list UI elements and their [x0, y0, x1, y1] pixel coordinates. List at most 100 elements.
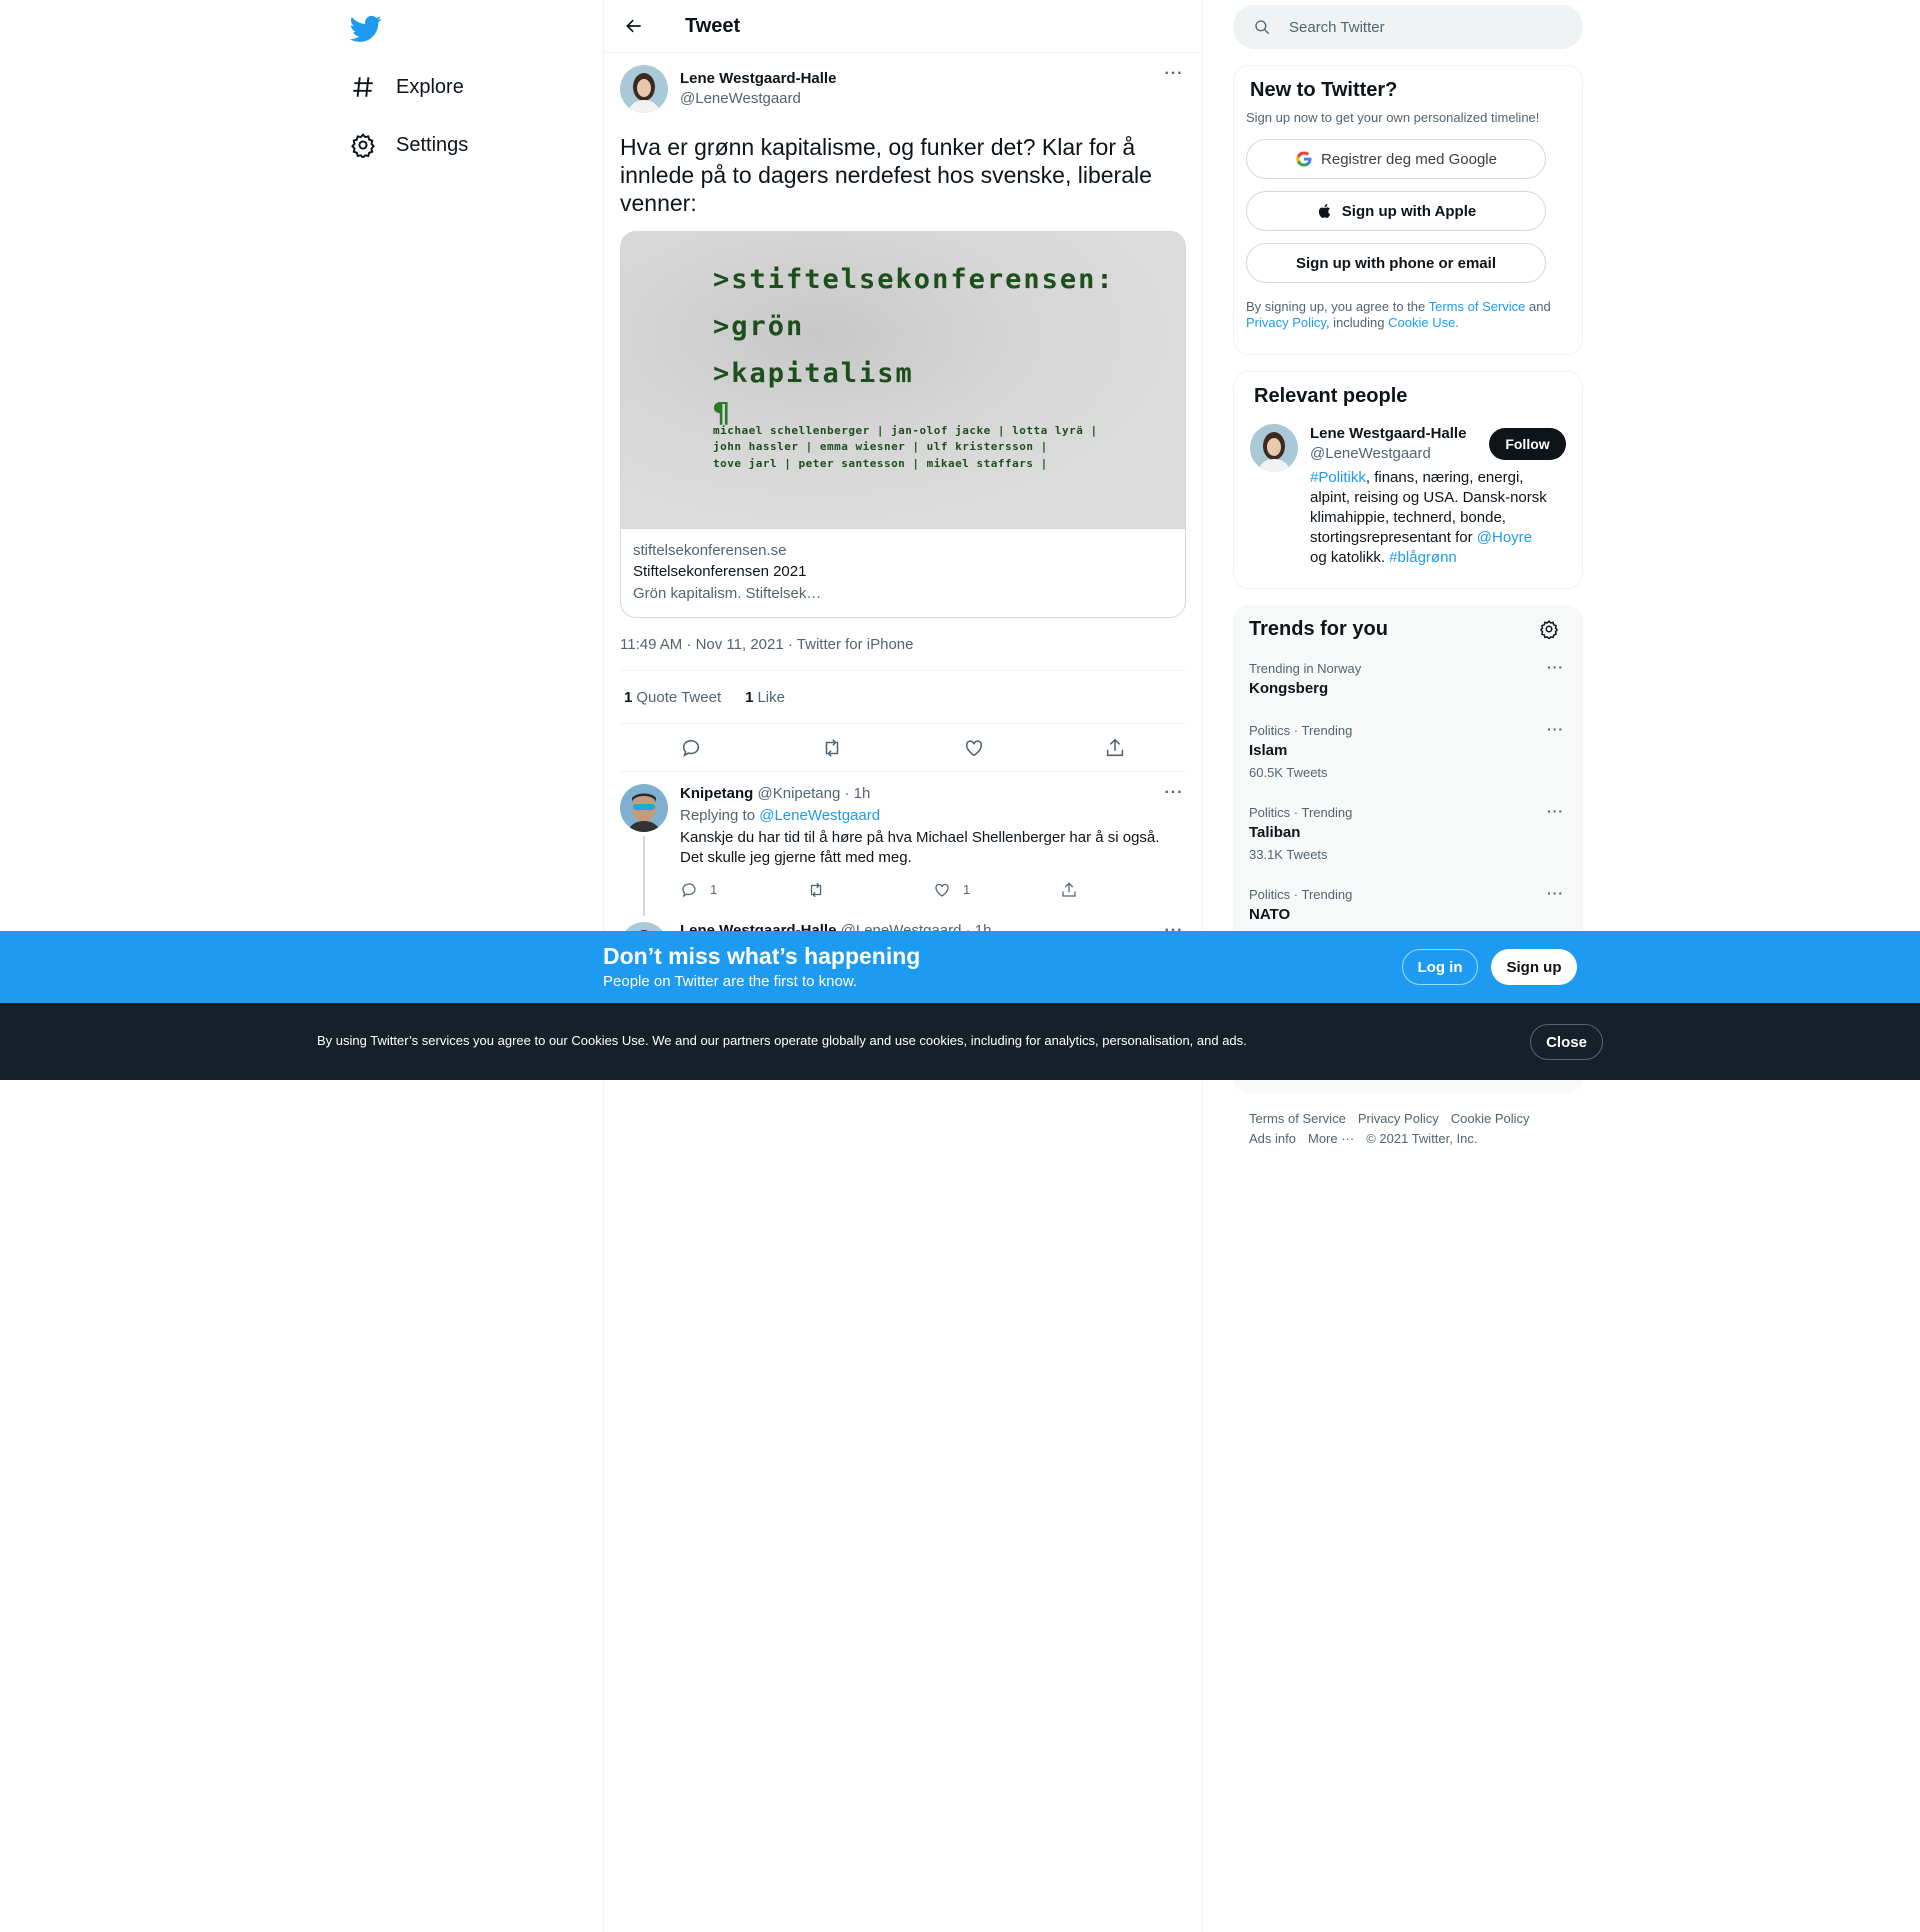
footer-link[interactable]: Ads info [1249, 1131, 1296, 1146]
reply-tweet[interactable]: ··· Knipetang @Knipetang · 1h Replying t… [604, 772, 1202, 922]
reply-author-name[interactable]: Knipetang [680, 785, 753, 802]
search-icon [1255, 20, 1270, 35]
share-icon[interactable] [1104, 737, 1126, 759]
trend-item[interactable]: Trending in Norway Kongsberg ··· [1233, 649, 1583, 711]
nav-explore-label: Explore [396, 75, 464, 98]
footer-link[interactable]: Terms of Service [1249, 1111, 1346, 1126]
back-arrow-icon [626, 19, 641, 33]
apple-signup-button[interactable]: Sign up with Apple [1246, 191, 1546, 231]
phone-email-signup-button[interactable]: Sign up with phone or email [1246, 243, 1546, 283]
footer-link[interactable]: Privacy Policy [1358, 1111, 1439, 1126]
close-button[interactable]: Close [1530, 1024, 1603, 1060]
like-icon[interactable] [963, 737, 985, 759]
more-icon[interactable]: ··· [1162, 65, 1186, 89]
reply-text-line: Kanskje du har tid til å høre på hva Mic… [680, 829, 1160, 846]
trend-name: NATO [1249, 906, 1291, 923]
legal-text: . [1455, 315, 1459, 330]
google-signup-label: Registrer deg med Google [1321, 150, 1497, 168]
nav-explore[interactable]: Explore [350, 67, 464, 107]
avatar[interactable] [1250, 424, 1298, 472]
trend-context: Trending in Norway [1249, 661, 1362, 676]
more-icon[interactable]: ··· [1547, 885, 1567, 901]
legal-text: and [1525, 299, 1551, 314]
signup-button[interactable]: Sign up [1491, 949, 1577, 985]
new-to-twitter-title: New to Twitter? [1250, 79, 1398, 101]
more-icon[interactable]: ··· [1547, 721, 1567, 737]
footer-link[interactable]: Cookie Policy [1451, 1111, 1530, 1126]
reply-icon [682, 883, 696, 898]
reply-icon[interactable] [680, 737, 702, 759]
replying-to-link[interactable]: @LeneWestgaard [759, 807, 880, 824]
tweet-actions [620, 724, 1186, 772]
trend-count: 60.5K Tweets [1249, 765, 1328, 780]
relevant-people-box: Relevant people Lene Westgaard-Halle @Le… [1233, 371, 1583, 589]
card-domain: stiftelsekonferensen.se [633, 542, 787, 559]
card-image-line: john hassler | emma wiesner | ulf kriste… [713, 440, 1048, 453]
back-button[interactable] [616, 8, 652, 44]
like-icon [935, 883, 949, 897]
tweet-author-name[interactable]: Lene Westgaard-Halle [680, 69, 836, 89]
more-icon[interactable]: ··· [1547, 659, 1567, 675]
card-title: Stiftelsekonferensen 2021 [633, 563, 807, 580]
trend-context: Politics · Trending [1249, 805, 1353, 820]
cookie-use-link[interactable]: Cookie Use [1388, 315, 1455, 330]
trend-item[interactable]: Politics · Trending Islam 60.5K Tweets ·… [1233, 711, 1583, 793]
share-icon [1061, 882, 1076, 897]
mention-link[interactable]: @Hoyre [1477, 529, 1532, 546]
reply-button[interactable]: 1 [680, 880, 807, 900]
page-title: Tweet [685, 14, 741, 37]
search-bar[interactable] [1233, 5, 1583, 49]
settings-gear-icon[interactable] [1539, 619, 1559, 639]
reply-text-line: Det skulle jeg gjerne fått med meg. [680, 849, 912, 866]
trend-count: 33.1K Tweets [1249, 847, 1328, 862]
login-banner: Don’t miss what’s happening People on Tw… [0, 931, 1920, 1003]
reply-actions: 1 1 [680, 880, 1186, 900]
link-card[interactable]: >stiftelsekonferensen: >grön >kapitalism… [620, 231, 1186, 618]
cookie-text: By using Twitter’s services you agree to… [317, 1033, 1247, 1048]
quote-count: 1 [624, 688, 633, 706]
quote-label: Quote Tweet [636, 688, 722, 706]
twitter-logo-icon[interactable] [349, 12, 382, 44]
reply-author-handle[interactable]: @Knipetang · 1h [758, 785, 871, 802]
share-button[interactable] [1060, 881, 1187, 899]
more-icon[interactable]: ··· [1547, 803, 1567, 819]
avatar[interactable] [620, 65, 668, 113]
more-icon[interactable]: ··· [1162, 784, 1186, 808]
relevant-person[interactable]: Lene Westgaard-Halle @LeneWestgaard #Pol… [1250, 424, 1566, 568]
tweet-timestamp[interactable]: 11:49 AM · Nov 11, 2021 · Twitter for iP… [620, 636, 1186, 671]
bio-text: og katolikk. [1310, 549, 1390, 566]
google-signup-button[interactable]: Registrer deg med Google [1246, 139, 1546, 179]
apple-signup-label: Sign up with Apple [1341, 202, 1477, 220]
search-input[interactable] [1289, 18, 1549, 36]
card-image-line: tove jarl | peter santesson | mikael sta… [713, 457, 1048, 470]
likes-stat[interactable]: 1 Like [745, 689, 785, 706]
card-image: >stiftelsekonferensen: >grön >kapitalism… [621, 232, 1185, 529]
thread-line [643, 836, 645, 916]
avatar[interactable] [620, 784, 668, 832]
replying-to-label: Replying to [680, 807, 760, 824]
google-icon [1296, 151, 1312, 167]
terms-link[interactable]: Terms of Service [1429, 299, 1526, 314]
like-count: 1 [745, 688, 754, 706]
nav-settings[interactable]: Settings [350, 125, 468, 165]
nav-settings-label: Settings [396, 133, 469, 156]
footer-link[interactable]: More ··· [1308, 1131, 1354, 1146]
follow-button[interactable]: Follow [1489, 428, 1566, 460]
card-description: Grön kapitalism. Stiftelsek… [633, 585, 822, 602]
tweet-author-handle[interactable]: @LeneWestgaard [680, 89, 836, 109]
retweet-icon[interactable] [821, 737, 843, 759]
card-image-line: >kapitalism [713, 358, 914, 389]
privacy-link[interactable]: Privacy Policy [1246, 315, 1326, 330]
like-button[interactable]: 1 [933, 880, 1060, 900]
hashtag-link[interactable]: #Politikk [1310, 469, 1366, 486]
trend-item[interactable]: Politics · Trending Taliban 33.1K Tweets… [1233, 793, 1583, 875]
trend-item[interactable]: Politics · Trending NATO ··· [1233, 875, 1583, 937]
page: Explore Settings Tweet Lene Westgaard-Ha… [0, 0, 1920, 1932]
retweet-button[interactable] [807, 881, 934, 899]
login-button[interactable]: Log in [1402, 949, 1478, 985]
quote-tweets-stat[interactable]: 1 Quote Tweet [624, 689, 721, 706]
top-bar: Tweet [604, 0, 1202, 53]
banner-title: Don’t miss what’s happening [603, 943, 921, 969]
relevant-person-bio: #Politikk, finans, næring, energi, alpin… [1310, 468, 1550, 568]
hashtag-link[interactable]: #blågrønn [1389, 549, 1457, 566]
